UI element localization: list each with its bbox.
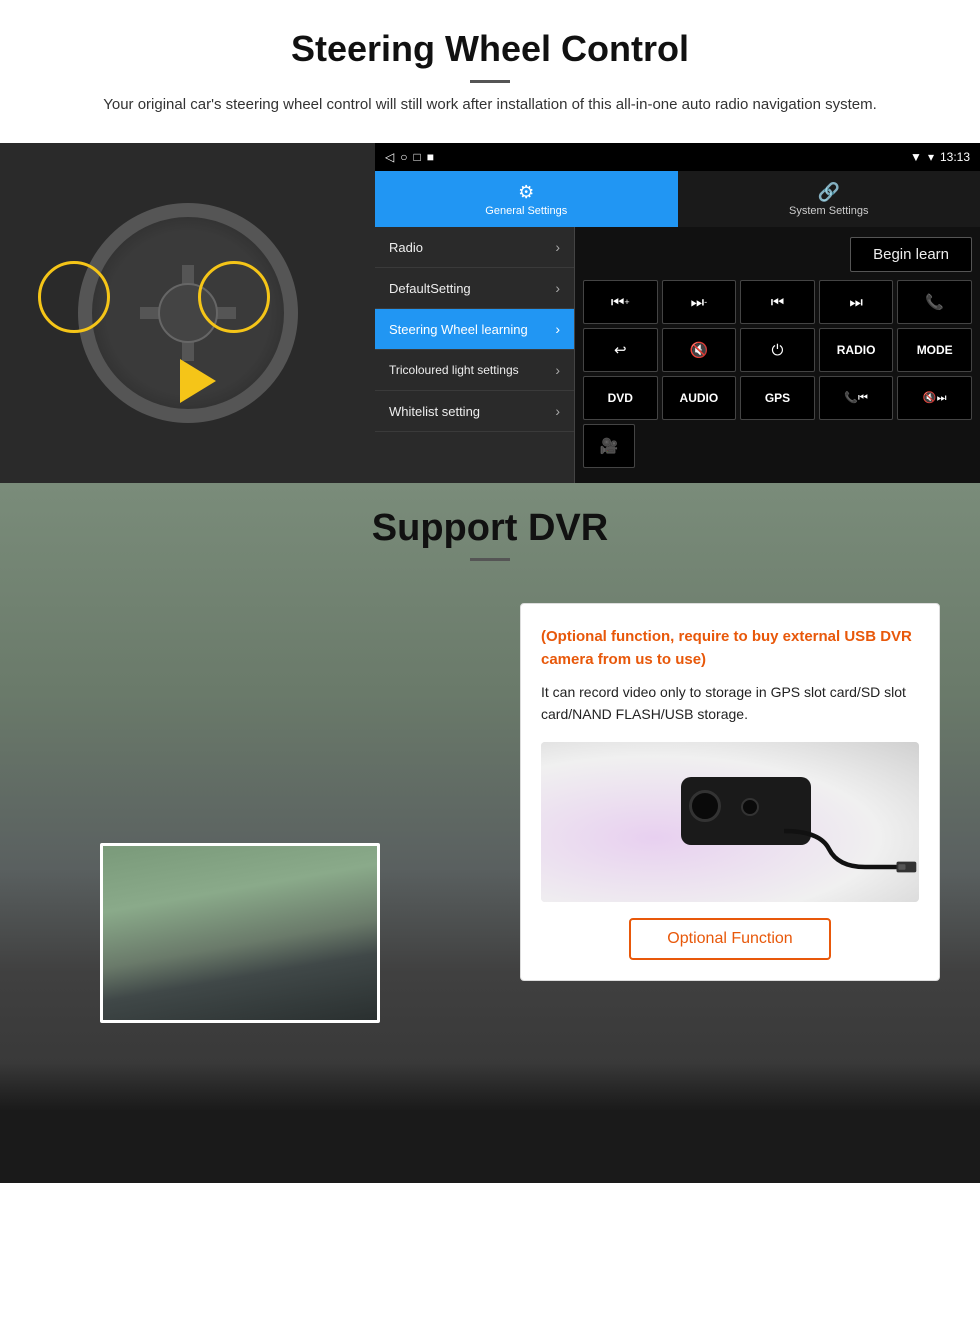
menu-steering-wheel[interactable]: Steering Wheel learning ›: [375, 309, 574, 350]
ctrl-phone[interactable]: 📞: [897, 280, 972, 324]
menu-whitelist-label: Whitelist setting: [389, 404, 480, 419]
menu-tricoloured-label: Tricoloured light settings: [389, 363, 519, 377]
ctrl-mute[interactable]: 🔇: [662, 328, 737, 372]
controls-panel: Begin learn ⏮+ ⏭- ⏮ ⏭ 📞 ↩ 🔇 ⏻ RADIO MODE: [575, 227, 980, 483]
dvr-title-wrap: Support DVR: [0, 483, 980, 561]
title-divider: [470, 80, 510, 83]
ctrl-dvd[interactable]: DVD: [583, 376, 658, 420]
dvr-camera-illustration: [541, 742, 919, 902]
menu-radio-label: Radio: [389, 240, 423, 255]
dvr-thumbnail: [100, 843, 380, 1023]
ctrl-gps[interactable]: GPS: [740, 376, 815, 420]
menu-steering-label: Steering Wheel learning: [389, 322, 528, 337]
ctrl-next[interactable]: ⏭: [819, 280, 894, 324]
ctrl-phone-prev[interactable]: 📞⏮: [819, 376, 894, 420]
dashboard-bottom: [0, 1063, 980, 1183]
settings-icon: ⚙: [518, 182, 534, 203]
chevron-tricoloured: ›: [555, 362, 560, 378]
control-row-1: ⏮+ ⏭- ⏮ ⏭ 📞: [583, 280, 972, 324]
chevron-whitelist: ›: [555, 403, 560, 419]
back-icon: ◁: [385, 150, 394, 164]
tab-system-settings[interactable]: 🔗 System Settings: [678, 171, 980, 227]
chevron-radio: ›: [555, 239, 560, 255]
android-tabs: ⚙ General Settings 🔗 System Settings: [375, 171, 980, 227]
ctrl-audio[interactable]: AUDIO: [662, 376, 737, 420]
statusbar-left-icons: ◁ ○ □ ■: [385, 150, 434, 164]
dvr-title-divider: [470, 558, 510, 561]
tab-general-settings[interactable]: ⚙ General Settings: [375, 171, 678, 227]
ctrl-camera[interactable]: 🎥: [583, 424, 635, 468]
menu-default-label: DefaultSetting: [389, 281, 471, 296]
android-content: Radio › DefaultSetting › Steering Wheel …: [375, 227, 980, 483]
signal-icon: ▼: [910, 150, 922, 164]
dvr-section: Support DVR (Optional function, require …: [0, 483, 980, 1183]
tab-system-label: System Settings: [789, 205, 868, 217]
ctrl-mode[interactable]: MODE: [897, 328, 972, 372]
dvr-optional-text: (Optional function, require to buy exter…: [541, 626, 919, 671]
highlight-left: [38, 261, 110, 333]
menu-list: Radio › DefaultSetting › Steering Wheel …: [375, 227, 575, 483]
control-row-3: DVD AUDIO GPS 📞⏮ 🔇⏭: [583, 376, 972, 420]
ctrl-return[interactable]: ↩: [583, 328, 658, 372]
system-icon: 🔗: [818, 182, 840, 203]
ctrl-prev[interactable]: ⏮: [740, 280, 815, 324]
arrow-indicator: [180, 359, 216, 403]
rec-icon: ■: [427, 150, 434, 164]
ctrl-radio[interactable]: RADIO: [819, 328, 894, 372]
steering-description: Your original car's steering wheel contr…: [80, 93, 900, 117]
menu-whitelist[interactable]: Whitelist setting ›: [375, 391, 574, 432]
android-panel: ◁ ○ □ ■ ▼ ▾ 13:13 ⚙ General Settings 🔗 S…: [375, 143, 980, 483]
steering-wheel-image: [0, 143, 375, 483]
menu-default-setting[interactable]: DefaultSetting ›: [375, 268, 574, 309]
ctrl-vol-up[interactable]: ⏮+: [583, 280, 658, 324]
dvr-info-card: (Optional function, require to buy exter…: [520, 603, 940, 981]
android-statusbar: ◁ ○ □ ■ ▼ ▾ 13:13: [375, 143, 980, 171]
dvr-description: It can record video only to storage in G…: [541, 681, 919, 726]
home-icon: ○: [400, 150, 407, 164]
ctrl-vol-down[interactable]: ⏭-: [662, 280, 737, 324]
steering-title: Steering Wheel Control: [60, 28, 920, 70]
steering-section-header: Steering Wheel Control Your original car…: [0, 0, 980, 129]
dvr-title: Support DVR: [0, 507, 980, 550]
chevron-steering: ›: [555, 321, 560, 337]
control-row-2: ↩ 🔇 ⏻ RADIO MODE: [583, 328, 972, 372]
menu-tricoloured[interactable]: Tricoloured light settings ›: [375, 350, 574, 391]
begin-learn-button[interactable]: Begin learn: [850, 237, 972, 272]
control-row-4: 🎥: [583, 424, 972, 468]
ctrl-power[interactable]: ⏻: [740, 328, 815, 372]
square-icon: □: [413, 150, 420, 164]
wifi-icon: ▾: [928, 150, 934, 164]
optional-function-button[interactable]: Optional Function: [629, 918, 830, 960]
menu-radio[interactable]: Radio ›: [375, 227, 574, 268]
begin-learn-row: Begin learn: [583, 237, 972, 272]
chevron-default: ›: [555, 280, 560, 296]
tab-general-label: General Settings: [485, 205, 567, 217]
ctrl-mute-next[interactable]: 🔇⏭: [897, 376, 972, 420]
steering-block: ◁ ○ □ ■ ▼ ▾ 13:13 ⚙ General Settings 🔗 S…: [0, 143, 980, 483]
statusbar-time: 13:13: [940, 150, 970, 164]
highlight-right: [198, 261, 270, 333]
dvr-thumb-image: [103, 846, 377, 1020]
